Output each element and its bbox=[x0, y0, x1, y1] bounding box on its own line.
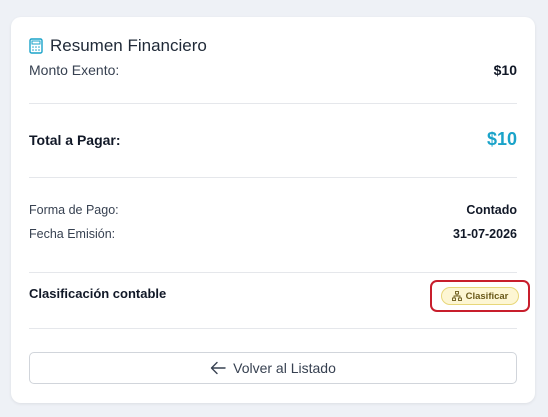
classify-button[interactable]: Clasificar bbox=[440, 287, 520, 305]
payment-method-row: Forma de Pago: Contado bbox=[29, 203, 517, 217]
back-to-list-button[interactable]: Volver al Listado bbox=[29, 352, 517, 384]
payment-method-label: Forma de Pago: bbox=[29, 203, 119, 217]
exempt-amount-value: $10 bbox=[493, 62, 517, 78]
issue-date-value: 31-07-2026 bbox=[453, 227, 517, 241]
exempt-amount-row: Monto Exento: $10 bbox=[29, 62, 517, 78]
financial-summary-card: Resumen Financiero Monto Exento: $10 Tot… bbox=[11, 17, 535, 403]
exempt-amount-label: Monto Exento: bbox=[29, 62, 120, 78]
total-value: $10 bbox=[486, 129, 517, 149]
issue-date-row: Fecha Emisión: 31-07-2026 bbox=[29, 227, 517, 241]
divider bbox=[29, 103, 517, 104]
calculator-icon bbox=[29, 38, 43, 54]
classify-highlight: Clasificar bbox=[430, 280, 530, 312]
back-to-list-label: Volver al Listado bbox=[233, 360, 336, 376]
classification-label: Clasificación contable bbox=[29, 286, 167, 301]
payment-method-value: Contado bbox=[466, 203, 517, 217]
arrow-left-icon bbox=[210, 361, 226, 375]
divider bbox=[29, 272, 517, 273]
issue-date-label: Fecha Emisión: bbox=[29, 227, 116, 241]
classification-row: Clasificación contable bbox=[29, 286, 405, 301]
total-label: Total a Pagar: bbox=[29, 131, 121, 148]
card-title: Resumen Financiero bbox=[50, 36, 207, 55]
card-header: Resumen Financiero bbox=[29, 36, 207, 56]
total-row: Total a Pagar: $10 bbox=[29, 129, 517, 150]
divider bbox=[29, 177, 517, 178]
classify-button-label: Clasificar bbox=[465, 290, 509, 302]
sitemap-icon bbox=[451, 291, 462, 301]
divider bbox=[29, 328, 517, 329]
